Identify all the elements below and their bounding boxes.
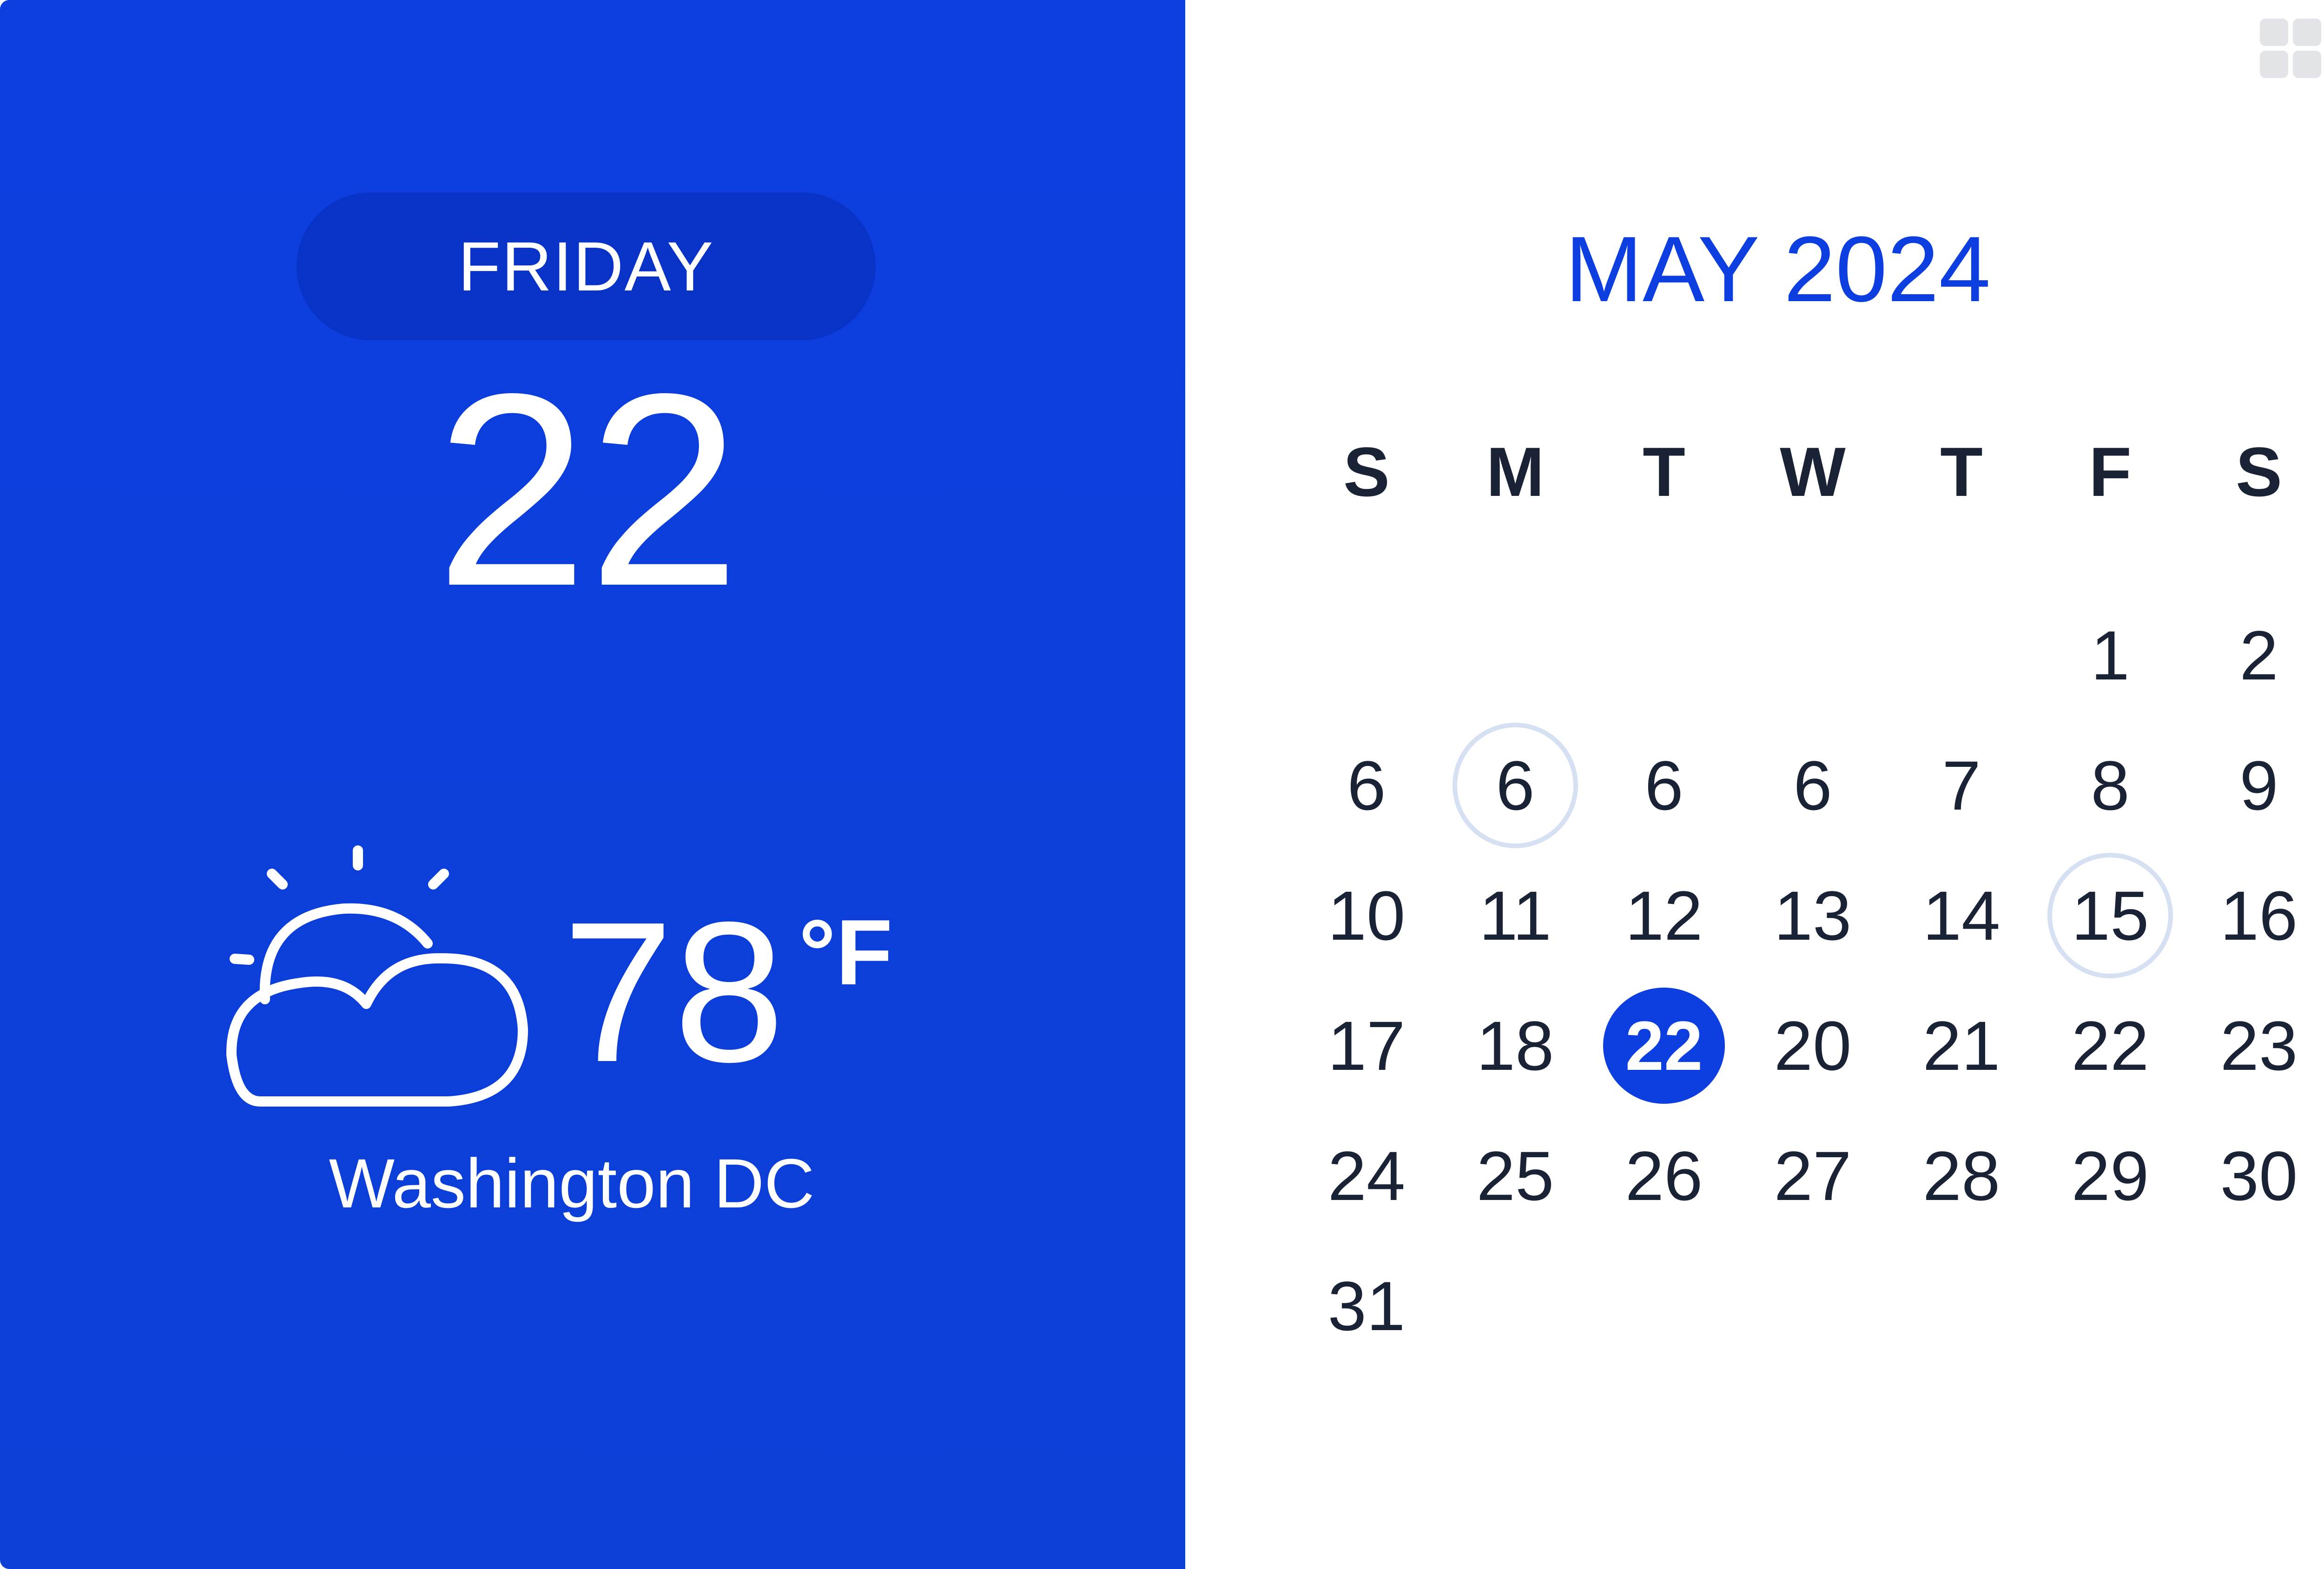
calendar-day[interactable]: 27 xyxy=(1738,1111,1887,1241)
weekday-header: S xyxy=(2235,433,2283,511)
calendar-day[interactable]: 16 xyxy=(2185,850,2324,981)
calendar-day[interactable]: 24 xyxy=(1292,1111,1441,1241)
calendar-day-empty xyxy=(1441,590,1590,720)
calendar-day[interactable]: 23 xyxy=(2185,981,2324,1111)
calendar-day[interactable]: 6 xyxy=(1738,720,1887,850)
calendar-day-number: 7 xyxy=(1942,746,1981,824)
calendar-day[interactable]: 29 xyxy=(2036,1111,2185,1241)
weekday-header: W xyxy=(1780,433,1846,511)
calendar-day[interactable]: 31 xyxy=(1292,1241,1441,1371)
calendar-day-empty xyxy=(1590,590,1738,720)
calendar-day-number: 2 xyxy=(2239,616,2278,694)
calendar-day[interactable]: 10 xyxy=(1292,850,1441,981)
calendar-day-empty xyxy=(1738,1241,1887,1371)
calendar-day-number: 20 xyxy=(1774,1006,1852,1085)
calendar-day-number: 17 xyxy=(1327,1006,1406,1085)
weekday-header: M xyxy=(1486,433,1545,511)
calendar-day-empty xyxy=(1441,1241,1590,1371)
calendar-day[interactable]: 9 xyxy=(2185,720,2324,850)
calendar-day-empty xyxy=(1590,1241,1738,1371)
weekday-header: F xyxy=(2089,433,2132,511)
weekday-header: T xyxy=(1643,433,1685,511)
grid-tile xyxy=(2293,51,2321,78)
calendar-day-number: 24 xyxy=(1327,1136,1406,1215)
calendar-day-number: 8 xyxy=(2091,746,2130,824)
weekday-header-row: S M T W T F S xyxy=(1292,437,2324,507)
temperature-value: 78 xyxy=(562,881,785,1104)
location-label: Washington DC xyxy=(329,1144,815,1222)
calendar-day[interactable]: 13 xyxy=(1738,850,1887,981)
calendar-day[interactable]: 2 xyxy=(2185,590,2324,720)
calendar-day[interactable]: 22 xyxy=(2036,981,2185,1111)
weekday-label: FRIDAY xyxy=(458,227,714,305)
calendar-day-number: 18 xyxy=(1476,1006,1554,1085)
calendar-day-number: 21 xyxy=(1922,1006,2000,1085)
calendar-day-number: 6 xyxy=(1644,746,1684,824)
today-panel: FRIDAY 22 78 °F Washington DC xyxy=(0,0,1185,1569)
calendar-day-number: 6 xyxy=(1793,746,1832,824)
temperature-readout: 78 °F xyxy=(562,892,892,1092)
calendar-day-marked[interactable]: 15 xyxy=(2036,850,2185,981)
weekday-header: S xyxy=(1343,433,1390,511)
calendar-day-number: 26 xyxy=(1625,1136,1703,1215)
calendar-day-number: 15 xyxy=(2071,876,2149,955)
today-date: 22 xyxy=(435,337,741,643)
calendar-day[interactable]: 12 xyxy=(1590,850,1738,981)
calendar-day-number: 30 xyxy=(2220,1136,2298,1215)
calendar-day-number: 14 xyxy=(1922,876,2000,955)
calendar-day-number: 31 xyxy=(1327,1266,1406,1345)
weekday-header: T xyxy=(1940,433,1983,511)
grid-tile xyxy=(2260,51,2288,78)
calendar-day-empty xyxy=(2036,1241,2185,1371)
calendar-day-number: 16 xyxy=(2220,876,2298,955)
calendar-day-number: 6 xyxy=(1496,746,1535,824)
weekday-pill: FRIDAY xyxy=(297,192,876,340)
grid-icon[interactable] xyxy=(2260,19,2321,78)
calendar-day-number: 28 xyxy=(1922,1136,2000,1215)
calendar-day-number: 6 xyxy=(1347,746,1386,824)
calendar-weather-widget: FRIDAY 22 78 °F Washington DC MAY 2024 S… xyxy=(0,0,2324,1569)
calendar-day-number: 25 xyxy=(1476,1136,1554,1215)
calendar-day-empty xyxy=(1887,1241,2036,1371)
calendar-day-number: 13 xyxy=(1774,876,1852,955)
calendar-day[interactable]: 14 xyxy=(1887,850,2036,981)
calendar-day-number: 23 xyxy=(2220,1006,2298,1085)
calendar-day[interactable]: 11 xyxy=(1441,850,1590,981)
temperature-unit: °F xyxy=(799,901,893,1004)
calendar-day-number: 29 xyxy=(2071,1136,2149,1215)
calendar-panel: MAY 2024 S M T W T F S 1 2 6 6 6 6 7 8 9 10 11 12 13… xyxy=(1185,0,2324,1569)
month-title: MAY 2024 xyxy=(1565,218,1991,321)
calendar-day[interactable]: 6 xyxy=(1590,720,1738,850)
calendar-day[interactable]: 6 xyxy=(1292,720,1441,850)
calendar-day-empty xyxy=(1738,590,1887,720)
calendar-day[interactable]: 28 xyxy=(1887,1111,2036,1241)
calendar-day[interactable]: 17 xyxy=(1292,981,1441,1111)
grid-tile xyxy=(2293,19,2321,46)
calendar-day-number: 12 xyxy=(1625,876,1703,955)
calendar-day-number: 11 xyxy=(1479,876,1552,955)
calendar-day-number: 10 xyxy=(1327,876,1406,955)
calendar-day[interactable]: 7 xyxy=(1887,720,2036,850)
calendar-day-selected[interactable]: 22 xyxy=(1590,981,1738,1111)
calendar-day[interactable]: 1 xyxy=(2036,590,2185,720)
calendar-day[interactable]: 20 xyxy=(1738,981,1887,1111)
calendar-day[interactable]: 26 xyxy=(1590,1111,1738,1241)
calendar-day-empty xyxy=(1292,590,1441,720)
calendar-day-number: 1 xyxy=(2091,616,2130,694)
calendar-day[interactable]: 18 xyxy=(1441,981,1590,1111)
calendar-day[interactable]: 8 xyxy=(2036,720,2185,850)
calendar-day[interactable]: 25 xyxy=(1441,1111,1590,1241)
calendar-day-marked[interactable]: 6 xyxy=(1441,720,1590,850)
calendar-day-number: 22 xyxy=(1625,1006,1703,1085)
calendar-day-empty xyxy=(1887,590,2036,720)
calendar-day[interactable]: 30 xyxy=(2185,1111,2324,1241)
calendar-day-number: 22 xyxy=(2071,1006,2149,1085)
grid-tile xyxy=(2260,19,2288,46)
partly-cloudy-icon xyxy=(226,845,528,1107)
calendar-day-grid: 1 2 6 6 6 6 7 8 9 10 11 12 13 14 15 16 17 18 22 20 21 22 23 24 2… xyxy=(1292,590,2324,1371)
calendar-day-number: 27 xyxy=(1774,1136,1852,1215)
calendar-day[interactable]: 21 xyxy=(1887,981,2036,1111)
calendar-day-empty xyxy=(2185,1241,2324,1371)
calendar-day-number: 9 xyxy=(2239,746,2278,824)
